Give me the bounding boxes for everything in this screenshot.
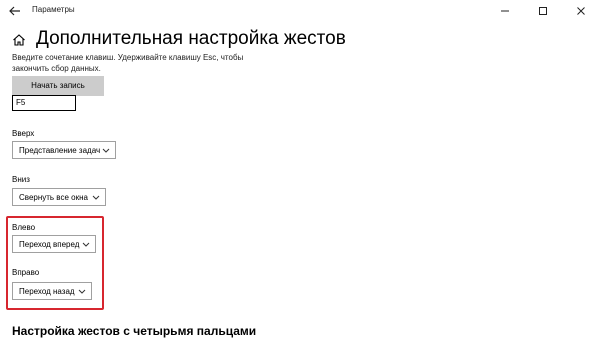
- maximize-icon: [539, 7, 547, 15]
- chevron-down-icon: [82, 242, 90, 247]
- gesture-left-value: Переход вперед: [19, 239, 80, 249]
- chevron-down-icon: [102, 148, 110, 153]
- home-icon: [12, 33, 26, 47]
- minimize-button[interactable]: [486, 0, 524, 22]
- gesture-down-dropdown[interactable]: Свернуть все окна: [12, 188, 106, 206]
- gesture-right-dropdown[interactable]: Переход назад: [12, 282, 92, 300]
- back-arrow-icon[interactable]: [8, 4, 22, 18]
- gesture-left-dropdown[interactable]: Переход вперед: [12, 235, 96, 253]
- gesture-up-dropdown[interactable]: Представление задач: [12, 141, 116, 159]
- title-bar: Параметры: [0, 0, 600, 22]
- four-finger-section-title: Настройка жестов с четырьмя пальцами: [12, 324, 257, 338]
- gesture-right-label: Вправо: [12, 268, 40, 277]
- window-title: Параметры: [32, 5, 75, 14]
- start-recording-button[interactable]: Начать запись: [12, 76, 104, 96]
- page-title: Дополнительная настройка жестов: [36, 28, 346, 49]
- gesture-up-value: Представление задач: [19, 145, 101, 155]
- gesture-left-label: Влево: [12, 223, 36, 232]
- gesture-down-value: Свернуть все окна: [19, 192, 88, 202]
- chevron-down-icon: [78, 289, 86, 294]
- maximize-button[interactable]: [524, 0, 562, 22]
- close-button[interactable]: [562, 0, 600, 22]
- gesture-up-label: Вверх: [12, 129, 35, 138]
- shortcut-key-input[interactable]: F5: [12, 95, 76, 111]
- instruction-text: Введите сочетание клавиш. Удерживайте кл…: [12, 53, 244, 73]
- window-controls: [486, 0, 600, 22]
- chevron-down-icon: [92, 195, 100, 200]
- minimize-icon: [501, 10, 509, 12]
- gesture-right-value: Переход назад: [19, 286, 75, 296]
- close-icon: [577, 7, 585, 15]
- gesture-down-label: Вниз: [12, 175, 30, 184]
